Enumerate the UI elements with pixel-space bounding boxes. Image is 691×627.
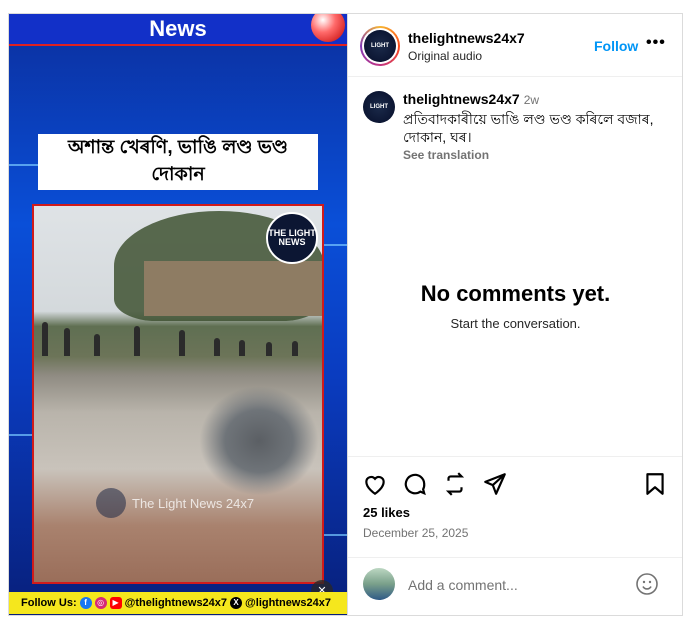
avatar[interactable]: LIGHT <box>364 30 396 62</box>
repost-icon[interactable] <box>442 471 468 497</box>
likes-count[interactable]: 25 likes <box>363 505 410 520</box>
story-ring[interactable]: LIGHT <box>360 26 400 66</box>
facebook-icon: f <box>79 597 92 609</box>
heart-icon[interactable] <box>362 471 388 497</box>
post-media[interactable]: News অশান্ত খেৰণি, ভাঙি লণ্ড ভণ্ড দোকান … <box>9 14 347 615</box>
see-translation-link[interactable]: See translation <box>403 148 673 162</box>
post-side-panel: LIGHT thelightnews24x7 Original audio Fo… <box>347 14 682 615</box>
emoji-icon[interactable] <box>635 572 659 596</box>
current-user-avatar <box>363 568 395 600</box>
headline-line-2: দোকান <box>151 164 205 185</box>
headline-line-1: অশান্ত খেৰণি, ভাঙি লণ্ড ভণ্ড <box>67 137 289 158</box>
no-comments-subtitle: Start the conversation. <box>450 316 581 331</box>
audio-label[interactable]: Original audio <box>408 49 482 63</box>
follow-handle-2: @lightnews24x7 <box>245 597 331 609</box>
follow-handle-1: @thelightnews24x7 <box>124 597 228 609</box>
caption-time[interactable]: 2w <box>524 93 539 107</box>
comment-composer: Add a comment... <box>348 557 682 615</box>
bookmark-icon[interactable] <box>642 471 668 497</box>
debris-pile <box>199 386 319 496</box>
post-header: LIGHT thelightnews24x7 Original audio Fo… <box>348 14 682 77</box>
watermark: The Light News 24x7 <box>96 488 276 518</box>
post-date[interactable]: December 25, 2025 <box>363 526 468 540</box>
video-frame: THE LIGHT NEWS The Light News 24x7 <box>32 204 324 584</box>
add-comment-input[interactable]: Add a comment... <box>408 577 518 593</box>
caption-avatar[interactable]: LIGHT <box>363 91 395 123</box>
building <box>144 261 322 316</box>
follow-us-label: Follow Us: <box>21 597 77 609</box>
follow-button[interactable]: Follow <box>594 38 638 54</box>
instagram-icon: ◎ <box>94 597 107 609</box>
caption: thelightnews24x7 2w প্ৰতিবাদকাৰীয়ে ভাঙি … <box>403 91 673 162</box>
header-username[interactable]: thelightnews24x7 <box>408 30 525 46</box>
actions-section: 25 likes December 25, 2025 Add a comment… <box>348 456 682 615</box>
no-comments-title: No comments yet. <box>420 281 611 306</box>
follow-us-bar: Follow Us: f ◎ ▶ @thelightnews24x7 X @li… <box>9 592 347 614</box>
share-icon[interactable] <box>482 471 508 497</box>
crowd <box>34 316 322 356</box>
caption-username[interactable]: thelightnews24x7 <box>403 91 520 107</box>
comment-icon[interactable] <box>402 471 428 497</box>
x-icon: X <box>230 597 243 609</box>
post-modal: News অশান্ত খেৰণি, ভাঙি লণ্ড ভণ্ড দোকান … <box>8 13 683 616</box>
video-headline: অশান্ত খেৰণি, ভাঙি লণ্ড ভণ্ড দোকান <box>38 134 318 190</box>
youtube-icon: ▶ <box>109 597 122 609</box>
news-banner: News <box>9 14 347 46</box>
caption-text: প্ৰতিবাদকাৰীয়ে ভাঙি লণ্ড ভণ্ড কৰিলে বজা… <box>403 111 654 145</box>
channel-logo: THE LIGHT NEWS <box>266 212 318 264</box>
more-options-icon[interactable]: ••• <box>646 34 666 52</box>
news-label: News <box>149 16 207 41</box>
watermark-text: The Light News 24x7 <box>132 495 255 511</box>
watermark-logo <box>96 488 126 518</box>
